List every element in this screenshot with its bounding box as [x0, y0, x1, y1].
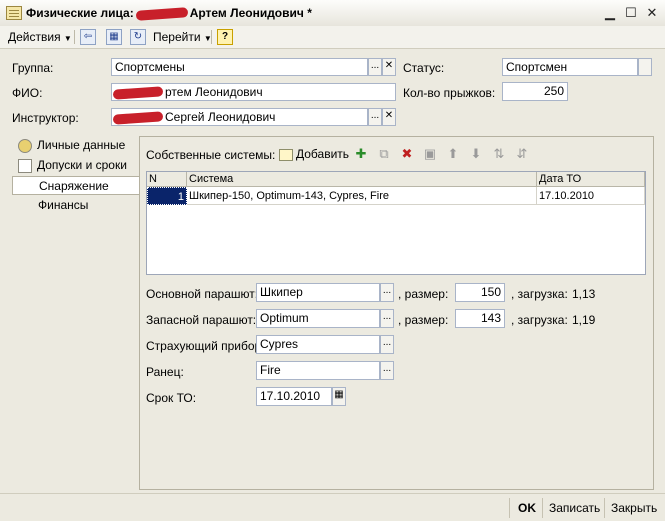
reserve-size-label: , размер: — [398, 313, 449, 327]
ok-button[interactable]: OK — [518, 499, 536, 517]
status-field[interactable]: Спортсмен — [502, 58, 638, 76]
tab-personal-data[interactable]: Личные данные — [12, 136, 139, 155]
jumps-field[interactable]: 250 — [502, 82, 568, 101]
refresh-icon[interactable]: ↻ — [130, 29, 146, 45]
main-size-field[interactable]: 150 — [455, 283, 505, 302]
window-title: Физические лица: Артем Леонидович * — [26, 6, 312, 21]
delete-row-icon[interactable]: ✖ — [399, 146, 415, 162]
group-field[interactable]: Спортсмены — [111, 58, 368, 76]
container-field[interactable]: Fire — [256, 361, 380, 380]
table-cell-system[interactable]: Шкипер-150, Optimum-143, Cypres, Fire — [187, 187, 537, 205]
instructor-label: Инструктор: — [12, 111, 79, 125]
group-select-button[interactable]: ... — [368, 58, 382, 76]
goto-menu[interactable]: Перейти ▼ — [153, 28, 212, 46]
actions-label: Действия — [8, 30, 61, 44]
minimize-button[interactable]: ▁ — [602, 5, 618, 21]
main-load-value: 1,13 — [572, 287, 596, 301]
redaction-mark — [112, 111, 164, 125]
systems-table[interactable]: N Система Дата ТО 1 Шкипер-150, Optimum-… — [146, 171, 646, 275]
reserve-load-label: , загрузка: — [511, 313, 568, 327]
tab-permits[interactable]: Допуски и сроки — [12, 156, 139, 175]
add-row-icon[interactable]: ✚ — [353, 146, 369, 162]
end-edit-icon[interactable]: ▣ — [422, 146, 438, 162]
table-cell-n[interactable]: 1 — [147, 187, 187, 205]
document-icon — [6, 6, 22, 20]
toolbar: Действия ▼ ⇦ ▦ ↻ Перейти ▼ ? — [0, 26, 665, 49]
column-header-date[interactable]: Дата ТО — [537, 172, 645, 187]
add-icon — [279, 148, 293, 161]
reserve-label: Запасной парашют: — [146, 313, 257, 327]
status-label: Статус: — [403, 61, 445, 75]
instructor-field[interactable]: Сергей Леонидович — [111, 108, 368, 126]
instructor-value: Сергей Леонидович — [165, 110, 276, 124]
tab-label: Снаряжение — [39, 179, 109, 193]
copy-row-icon[interactable]: ⧉ — [376, 146, 392, 162]
main-chute-field[interactable]: Шкипер — [256, 283, 380, 302]
instructor-select-button[interactable]: ... — [368, 108, 382, 126]
separator — [604, 498, 605, 518]
tab-label: Допуски и сроки — [37, 158, 127, 172]
bottom-bar: OK Записать Закрыть — [0, 493, 665, 521]
column-header-n[interactable]: N — [147, 172, 187, 187]
back-arrow-icon[interactable]: ⇦ — [80, 29, 96, 45]
fio-value: ртем Леонидович — [165, 85, 263, 99]
add-button[interactable]: Добавить — [279, 145, 349, 163]
window-title-prefix: Физические лица: — [26, 6, 134, 20]
move-down-icon[interactable]: ⬇ — [468, 146, 484, 162]
tab-finance[interactable]: Финансы — [12, 196, 139, 215]
aad-label: Страхующий прибор: — [146, 339, 265, 353]
separator — [542, 498, 543, 518]
separator — [74, 30, 75, 44]
calendar-icon[interactable]: ▦ — [332, 387, 346, 406]
sort-asc-icon[interactable]: ⇅ — [491, 146, 507, 162]
add-label: Добавить — [296, 147, 350, 161]
save-button[interactable]: Записать — [549, 499, 600, 517]
checkbox-icon — [18, 158, 32, 173]
tab-equipment[interactable]: Снаряжение — [12, 176, 139, 195]
main-load-label: , загрузка: — [511, 287, 568, 301]
table-cell-date[interactable]: 17.10.2010 — [537, 187, 645, 205]
reserve-select-button[interactable]: ... — [380, 309, 394, 328]
container-label: Ранец: — [146, 365, 184, 379]
main-size-label: , размер: — [398, 287, 449, 301]
sort-desc-icon[interactable]: ⇵ — [514, 146, 530, 162]
reserve-field[interactable]: Optimum — [256, 309, 380, 328]
close-button[interactable]: Закрыть — [611, 499, 657, 517]
group-clear-button[interactable]: ✕ — [382, 58, 396, 76]
tab-label: Финансы — [38, 198, 89, 212]
help-button[interactable]: ? — [217, 29, 233, 45]
redaction-mark — [135, 7, 188, 21]
jumps-label: Кол-во прыжков: — [403, 86, 496, 100]
tab-label: Личные данные — [37, 138, 126, 152]
person-icon — [18, 138, 32, 153]
main-chute-select-button[interactable]: ... — [380, 283, 394, 302]
instructor-clear-button[interactable]: ✕ — [382, 108, 396, 126]
service-date-field[interactable]: 17.10.2010 — [256, 387, 332, 406]
own-systems-label: Собственные системы: — [146, 148, 276, 162]
separator — [211, 30, 212, 44]
status-dropdown-button[interactable] — [638, 58, 652, 76]
redaction-mark — [112, 86, 164, 100]
reserve-load-value: 1,19 — [572, 313, 596, 327]
close-window-button[interactable]: ✕ — [644, 5, 660, 21]
window-title-suffix: Артем Леонидович * — [189, 6, 312, 20]
group-label: Группа: — [12, 61, 54, 75]
maximize-button[interactable]: ☐ — [623, 5, 639, 21]
goto-label: Перейти — [153, 30, 201, 44]
separator — [509, 498, 510, 518]
fio-label: ФИО: — [12, 86, 43, 100]
container-select-button[interactable]: ... — [380, 361, 394, 380]
aad-select-button[interactable]: ... — [380, 335, 394, 354]
dropdown-arrow-icon: ▼ — [63, 34, 72, 43]
reserve-size-field[interactable]: 143 — [455, 309, 505, 328]
actions-menu[interactable]: Действия ▼ — [8, 28, 72, 46]
service-label: Срок ТО: — [146, 391, 197, 405]
move-up-icon[interactable]: ⬆ — [445, 146, 461, 162]
title-bar: Физические лица: Артем Леонидович * ▁ ☐ ✕ — [0, 0, 665, 27]
main-chute-label: Основной парашют: — [146, 287, 259, 301]
structure-icon[interactable]: ▦ — [106, 29, 122, 45]
fio-field[interactable]: ртем Леонидович — [111, 83, 396, 101]
column-header-system[interactable]: Система — [187, 172, 537, 187]
aad-field[interactable]: Cypres — [256, 335, 380, 354]
